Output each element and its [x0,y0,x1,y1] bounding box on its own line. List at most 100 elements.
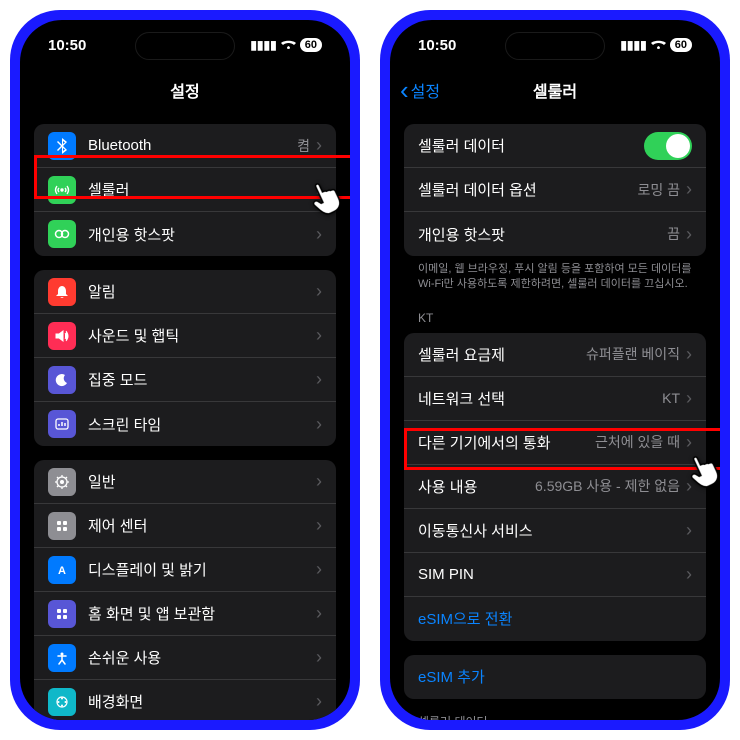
row-label: 제어 센터 [88,515,316,536]
row-bluetooth[interactable]: Bluetooth 켬 › [34,124,336,168]
signal-icon: ▮▮▮▮ [250,38,276,52]
row-general[interactable]: 일반 › [34,460,336,504]
chevron-icon: › [316,691,322,712]
general-icon [48,468,76,496]
nav-header: 설정 셀룰러 [390,70,720,110]
row-hotspot[interactable]: 개인용 핫스팟 끔 › [404,212,706,256]
row-label: 사운드 및 햅틱 [88,325,316,346]
row-esim-convert[interactable]: eSIM으로 전환 [404,597,706,641]
status-time: 10:50 [418,37,456,54]
group-data: 셀룰러 데이터 셀룰러 데이터 옵션 로밍 끔 › 개인용 핫스팟 끔 › [404,124,706,256]
screen-left: 10:50 ▮▮▮▮ 60 설정 Bluetooth 켬 › [20,20,350,720]
row-label: eSIM 추가 [418,666,692,687]
chevron-icon: › [316,224,322,245]
row-label: 집중 모드 [88,369,316,390]
row-calls[interactable]: 다른 기기에서의 통화 근처에 있을 때 › [404,421,706,465]
row-label: 알림 [88,281,316,302]
row-notifications[interactable]: 알림 › [34,270,336,314]
back-button[interactable]: 설정 [400,77,440,103]
row-usage[interactable]: 사용 내용 6.59GB 사용 - 제한 없음 › [404,465,706,509]
accessibility-icon [48,644,76,672]
row-label: 개인용 핫스팟 [88,224,316,245]
row-label: SIM PIN [418,566,686,583]
nav-header: 설정 [20,70,350,110]
row-value: 근처에 있을 때 [595,432,680,452]
cellular-icon [48,176,76,204]
controlcenter-icon [48,512,76,540]
row-label: eSIM으로 전환 [418,608,692,629]
group-general: 일반 › 제어 센터 › A 디스플레이 및 밝기 › [34,460,336,720]
row-cellular[interactable]: 셀룰러 › [34,168,336,212]
row-label: 홈 화면 및 앱 보관함 [88,603,316,624]
row-display[interactable]: A 디스플레이 및 밝기 › [34,548,336,592]
chevron-icon: › [686,344,692,365]
toggle-cellular-data[interactable] [644,132,692,160]
row-value: 로밍 끔 [637,180,680,200]
row-esim-add[interactable]: eSIM 추가 [404,655,706,699]
row-focus[interactable]: 집중 모드 › [34,358,336,402]
chevron-icon: › [316,559,322,580]
sound-icon [48,322,76,350]
svg-text:A: A [58,565,66,577]
chevron-icon: › [686,520,692,541]
chevron-icon: › [316,325,322,346]
chevron-icon: › [316,471,322,492]
row-simpin[interactable]: SIM PIN › [404,553,706,597]
group-esim-add: eSIM 추가 [404,655,706,699]
group-kt: 셀룰러 요금제 슈퍼플랜 베이직 › 네트워크 선택 KT › 다른 기기에서의… [404,333,706,641]
row-wallpaper[interactable]: 배경화면 › [34,680,336,720]
row-value: 끔 [667,224,680,244]
row-screentime[interactable]: 스크린 타임 › [34,402,336,446]
back-label: 설정 [411,78,440,102]
cellular-list[interactable]: 셀룰러 데이터 셀룰러 데이터 옵션 로밍 끔 › 개인용 핫스팟 끔 › 이메… [390,110,720,720]
row-sound[interactable]: 사운드 및 햅틱 › [34,314,336,358]
chevron-icon: › [316,414,322,435]
group-connectivity: Bluetooth 켬 › 셀룰러 › 개인용 핫스팟 › [34,124,336,256]
row-value: 켬 [297,136,310,156]
row-accessibility[interactable]: 손쉬운 사용 › [34,636,336,680]
battery-badge: 60 [300,38,322,52]
notifications-icon [48,278,76,306]
chevron-icon: › [316,281,322,302]
status-time: 10:50 [48,37,86,54]
wallpaper-icon [48,688,76,716]
wifi-icon [651,38,666,52]
chevron-icon: › [316,647,322,668]
row-label: 다른 기기에서의 통화 [418,432,595,453]
row-hotspot[interactable]: 개인용 핫스팟 › [34,212,336,256]
row-network[interactable]: 네트워크 선택 KT › [404,377,706,421]
row-controlcenter[interactable]: 제어 센터 › [34,504,336,548]
footer-text: 이메일, 웹 브라우징, 푸시 알림 등을 포함하여 모든 데이터를 Wi-Fi… [390,256,720,297]
screen-right: 10:50 ▮▮▮▮ 60 설정 셀룰러 셀룰러 데이터 [390,20,720,720]
row-plan[interactable]: 셀룰러 요금제 슈퍼플랜 베이직 › [404,333,706,377]
row-value: 슈퍼플랜 베이직 [586,344,680,364]
row-label: 이동통신사 서비스 [418,520,686,541]
row-label: 디스플레이 및 밝기 [88,559,316,580]
row-label: 개인용 핫스팟 [418,224,667,245]
row-cellular-data[interactable]: 셀룰러 데이터 [404,124,706,168]
chevron-icon: › [316,179,322,200]
row-value: 6.59GB 사용 - 제한 없음 [535,476,680,496]
section-header-kt: KT [390,297,720,329]
homescreen-icon [48,600,76,628]
chevron-icon: › [316,369,322,390]
row-label: 셀룰러 [88,179,316,200]
row-value: KT [662,390,680,406]
row-label: 일반 [88,471,316,492]
status-indicators: ▮▮▮▮ 60 [620,38,692,52]
phone-left: 10:50 ▮▮▮▮ 60 설정 Bluetooth 켬 › [10,10,360,730]
phone-right: 10:50 ▮▮▮▮ 60 설정 셀룰러 셀룰러 데이터 [380,10,730,730]
chevron-icon: › [316,135,322,156]
row-carrier[interactable]: 이동통신사 서비스 › [404,509,706,553]
row-data-options[interactable]: 셀룰러 데이터 옵션 로밍 끔 › [404,168,706,212]
settings-list[interactable]: Bluetooth 켬 › 셀룰러 › 개인용 핫스팟 › [20,110,350,720]
row-label: 스크린 타임 [88,414,316,435]
row-label: 셀룰러 데이터 [418,135,644,156]
row-label: 네트워크 선택 [418,388,662,409]
row-homescreen[interactable]: 홈 화면 및 앱 보관함 › [34,592,336,636]
chevron-icon: › [686,388,692,409]
row-label: 배경화면 [88,691,316,712]
row-label: 사용 내용 [418,476,535,497]
group-alerts: 알림 › 사운드 및 햅틱 › 집중 모드 › [34,270,336,446]
row-label: 셀룰러 요금제 [418,344,586,365]
